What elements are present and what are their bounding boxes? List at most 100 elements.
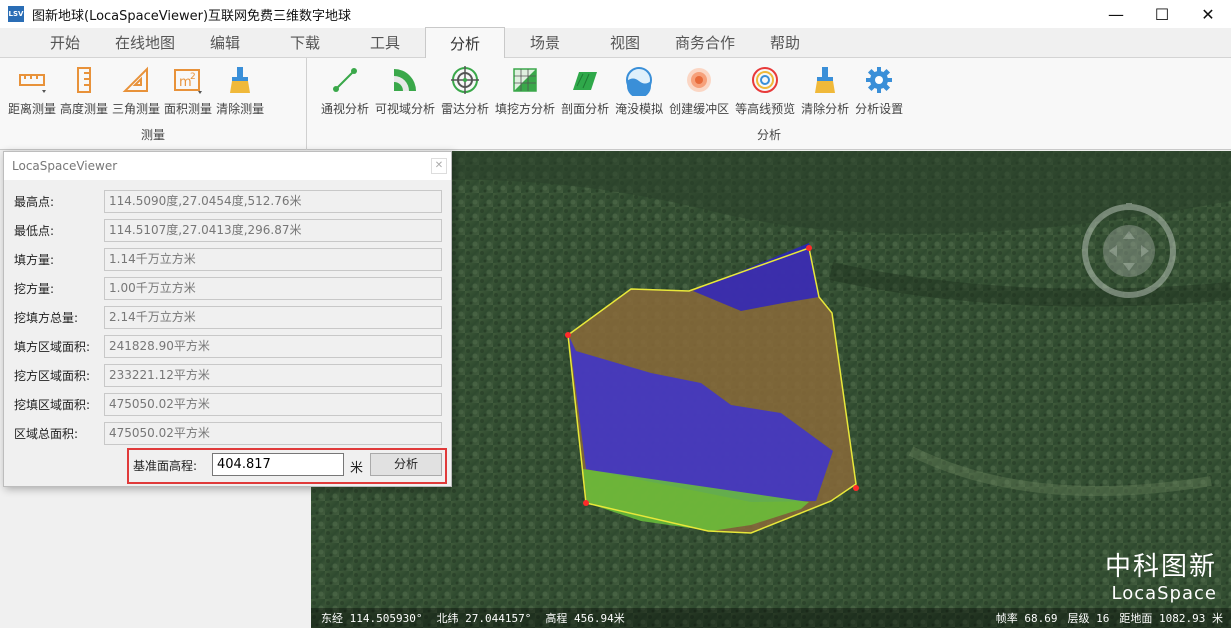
result-row: 挖方区域面积: 233221.12平方米 — [14, 364, 444, 387]
vertex-marker[interactable] — [565, 332, 571, 338]
result-label: 填方量: — [14, 253, 55, 267]
cut-fill-result-dialog: LocaSpaceViewer ✕ 最高点: 114.5090度,27.0454… — [3, 151, 452, 487]
result-label: 填方区域面积: — [14, 340, 91, 354]
window-title: 图新地球(LocaSpaceViewer)互联网免费三维数字地球 — [32, 8, 352, 24]
minimize-button[interactable]: — — [1093, 0, 1139, 28]
result-row: 区域总面积: 475050.02平方米 — [14, 422, 444, 445]
status-level: 层级 16 — [1067, 612, 1110, 625]
buffer-label: 创建缓冲区 — [669, 102, 730, 116]
vertex-marker[interactable] — [806, 245, 812, 251]
contour-icon — [749, 64, 781, 96]
result-row: 挖填区域面积: 475050.02平方米 — [14, 393, 444, 416]
result-row: 填方区域面积: 241828.90平方米 — [14, 335, 444, 358]
result-value[interactable]: 241828.90平方米 — [104, 335, 442, 358]
viewshed-label: 可视域分析 — [375, 102, 436, 116]
buffer-button[interactable]: 创建缓冲区 — [667, 64, 731, 117]
app-icon: LSV — [8, 6, 24, 22]
status-bar: 东经 114.505930° 北纬 27.044157° 高程 456.94米 … — [311, 608, 1231, 628]
cut-fill-button[interactable]: 填挖方分析 — [493, 64, 557, 117]
clear-measure-button[interactable]: 清除测量 — [214, 64, 266, 117]
result-value[interactable]: 2.14千万立方米 — [104, 306, 442, 329]
result-label: 最低点: — [14, 224, 55, 238]
tab-edit[interactable]: 编辑 — [185, 27, 265, 57]
radar-button[interactable]: 雷达分析 — [439, 64, 491, 117]
line-of-sight-button[interactable]: 通视分析 — [319, 64, 371, 117]
clear-measure-label: 清除测量 — [216, 102, 265, 116]
area-m2-icon: m2 — [172, 64, 204, 96]
brand-watermark: 中科图新 LocaSpace — [1105, 546, 1217, 604]
ribbon: 距离测量 高度测量 三角测量 m2 面积测量 清除测量 测量 通视分析 可视域分… — [0, 58, 1231, 150]
broom-icon — [809, 64, 841, 96]
analysis-settings-button[interactable]: 分析设置 — [853, 64, 905, 117]
baseline-unit: 米 — [350, 461, 364, 476]
result-label: 挖填区域面积: — [14, 398, 91, 412]
profile-icon — [569, 64, 601, 96]
viewshed-icon — [389, 64, 421, 96]
analysis-group-label: 分析 — [756, 128, 781, 142]
dialog-close-button[interactable]: ✕ — [431, 158, 447, 174]
vertex-marker[interactable] — [853, 485, 859, 491]
distance-measure-label: 距离测量 — [8, 102, 57, 116]
tab-start[interactable]: 开始 — [25, 27, 105, 57]
clear-analysis-button[interactable]: 清除分析 — [799, 64, 851, 117]
ribbon-tabs: 开始 在线地图 编辑 下载 工具 分析 场景 视图 商务合作 帮助 — [0, 27, 1231, 58]
radar-label: 雷达分析 — [441, 102, 490, 116]
result-label: 挖方区域面积: — [14, 369, 91, 383]
tab-analysis[interactable]: 分析 — [425, 27, 505, 58]
profile-label: 剖面分析 — [561, 102, 610, 116]
result-value[interactable]: 1.14千万立方米 — [104, 248, 442, 271]
status-fps: 帧率 68.69 — [995, 612, 1058, 625]
area-measure-button[interactable]: m2 面积测量 — [162, 64, 214, 117]
result-value[interactable]: 1.00千万立方米 — [104, 277, 442, 300]
svg-text:2: 2 — [190, 72, 196, 82]
result-label: 区域总面积: — [14, 427, 79, 441]
tab-online-map[interactable]: 在线地图 — [105, 27, 185, 57]
dialog-title: LocaSpaceViewer — [12, 159, 118, 173]
contour-preview-button[interactable]: 等高线预览 — [733, 64, 797, 117]
tab-scene[interactable]: 场景 — [505, 27, 585, 57]
analysis-settings-label: 分析设置 — [855, 102, 904, 116]
broom-icon — [224, 64, 256, 96]
result-value[interactable]: 114.5107度,27.0413度,296.87米 — [104, 219, 442, 242]
measure-group-label: 测量 — [140, 128, 165, 142]
tab-tools[interactable]: 工具 — [345, 27, 425, 57]
result-value[interactable]: 114.5090度,27.0454度,512.76米 — [104, 190, 442, 213]
profile-button[interactable]: 剖面分析 — [559, 64, 611, 117]
baseline-elevation-input[interactable]: 404.817 — [212, 453, 344, 476]
grid-terrain-icon — [509, 64, 541, 96]
dialog-titlebar[interactable]: LocaSpaceViewer — [4, 152, 451, 180]
result-value[interactable]: 475050.02平方米 — [104, 422, 442, 445]
distance-measure-button[interactable]: 距离测量 — [6, 64, 58, 117]
result-label: 挖方量: — [14, 282, 55, 296]
result-value[interactable]: 233221.12平方米 — [104, 364, 442, 387]
buffer-icon — [683, 64, 715, 96]
viewshed-button[interactable]: 可视域分析 — [373, 64, 437, 117]
flood-sim-label: 淹没模拟 — [615, 102, 664, 116]
vertex-marker[interactable] — [583, 500, 589, 506]
tab-view[interactable]: 视图 — [585, 27, 665, 57]
cut-fill-label: 填挖方分析 — [495, 102, 556, 116]
result-row: 最高点: 114.5090度,27.0454度,512.76米 — [14, 190, 444, 213]
vertical-ruler-icon — [68, 64, 100, 96]
result-value[interactable]: 475050.02平方米 — [104, 393, 442, 416]
status-latitude: 北纬 27.044157° — [436, 612, 532, 625]
measure-group: 距离测量 高度测量 三角测量 m2 面积测量 清除测量 测量 — [0, 58, 307, 150]
flood-sim-button[interactable]: 淹没模拟 — [613, 64, 665, 117]
flood-icon — [623, 64, 655, 96]
analysis-group: 通视分析 可视域分析 雷达分析 填挖方分析 剖面分析 淹没模拟 创建缓冲区 等高… — [307, 58, 1231, 150]
height-measure-button[interactable]: 高度测量 — [58, 64, 110, 117]
tab-download[interactable]: 下载 — [265, 27, 345, 57]
maximize-button[interactable]: ☐ — [1139, 0, 1185, 28]
tab-help[interactable]: 帮助 — [745, 27, 825, 57]
tab-business[interactable]: 商务合作 — [665, 27, 745, 57]
triangle-measure-button[interactable]: 三角测量 — [110, 64, 162, 117]
close-button[interactable]: ✕ — [1185, 0, 1231, 28]
analyze-button[interactable]: 分析 — [370, 453, 442, 476]
radar-icon — [449, 64, 481, 96]
brand-cn: 中科图新 — [1104, 552, 1217, 582]
triangle-icon — [120, 64, 152, 96]
height-measure-label: 高度测量 — [60, 102, 109, 116]
triangle-measure-label: 三角测量 — [112, 102, 161, 116]
ruler-icon — [16, 64, 48, 96]
contour-preview-label: 等高线预览 — [735, 102, 796, 116]
